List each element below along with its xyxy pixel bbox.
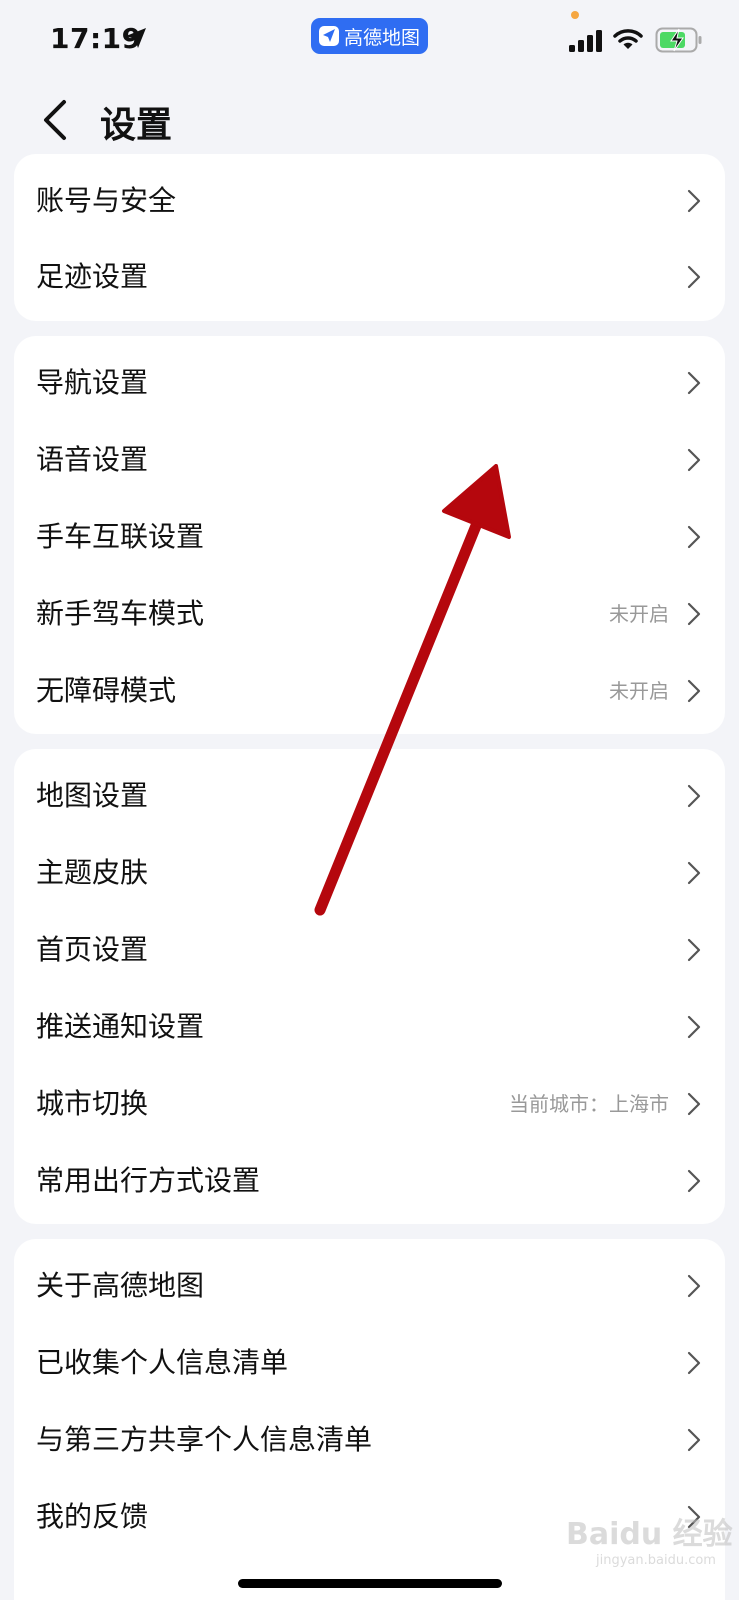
item-label: 已收集个人信息清单 (36, 1346, 289, 1379)
settings-item-city-switch[interactable]: 城市切换 当前城市：上海市 (14, 1065, 725, 1143)
return-to-app-pill[interactable]: 高德地图 (311, 18, 428, 54)
chevron-right-icon (687, 861, 701, 885)
item-label: 关于高德地图 (36, 1269, 205, 1302)
chevron-right-icon (687, 602, 701, 626)
chevron-right-icon (687, 679, 701, 703)
wifi-icon (613, 29, 643, 49)
battery-charging-icon (655, 27, 702, 53)
settings-group-map: 地图设置 主题皮肤 首页设置 推送通知设置 城市切换 当前城市：上海市 常用出行… (14, 749, 725, 1224)
chevron-right-icon (687, 448, 701, 472)
settings-item-theme-skin[interactable]: 主题皮肤 (14, 834, 725, 912)
item-label: 与第三方共享个人信息清单 (36, 1423, 373, 1456)
item-label: 足迹设置 (36, 260, 149, 293)
settings-item-map[interactable]: 地图设置 (14, 757, 725, 835)
cellular-signal-icon (569, 30, 602, 52)
settings-item-collected-info-list[interactable]: 已收集个人信息清单 (14, 1324, 725, 1402)
item-label: 主题皮肤 (36, 856, 149, 889)
item-label: 导航设置 (36, 366, 149, 399)
back-chevron-icon[interactable] (40, 98, 70, 142)
chevron-right-icon (687, 1092, 701, 1116)
chevron-right-icon (687, 189, 701, 213)
item-label: 地图设置 (36, 779, 149, 812)
settings-item-voice[interactable]: 语音设置 (14, 421, 725, 499)
chevron-right-icon (687, 1169, 701, 1193)
settings-item-push-notifications[interactable]: 推送通知设置 (14, 988, 725, 1066)
item-label: 我的反馈 (36, 1500, 149, 1533)
item-label: 语音设置 (36, 443, 149, 476)
settings-item-account-security[interactable]: 账号与安全 (14, 162, 725, 240)
page-title: 设置 (100, 105, 173, 146)
baidu-watermark: Baidu 经验 (566, 1517, 733, 1552)
location-arrow-icon (126, 28, 146, 48)
status-bar: 17:19 高德地图 (0, 0, 739, 80)
item-label: 首页设置 (36, 933, 149, 966)
settings-item-navigation[interactable]: 导航设置 (14, 344, 725, 422)
settings-item-novice-driving[interactable]: 新手驾车模式 未开启 (14, 575, 725, 653)
item-value: 未开启 (609, 602, 669, 626)
app-pill-label: 高德地图 (343, 26, 420, 49)
privacy-indicator-dot (571, 11, 579, 19)
settings-group-account: 账号与安全 足迹设置 (14, 154, 725, 321)
settings-item-phone-car-link[interactable]: 手车互联设置 (14, 498, 725, 576)
settings-item-third-party-share-list[interactable]: 与第三方共享个人信息清单 (14, 1401, 725, 1479)
item-value: 未开启 (609, 679, 669, 703)
item-label: 手车互联设置 (36, 520, 205, 553)
settings-item-travel-mode[interactable]: 常用出行方式设置 (14, 1142, 725, 1220)
item-label: 常用出行方式设置 (36, 1164, 261, 1197)
nav-header: 设置 (0, 84, 739, 154)
settings-item-accessibility[interactable]: 无障碍模式 未开启 (14, 652, 725, 730)
item-label: 无障碍模式 (36, 674, 177, 707)
chevron-right-icon (687, 784, 701, 808)
settings-item-about[interactable]: 关于高德地图 (14, 1247, 725, 1325)
item-label: 城市切换 (36, 1087, 149, 1120)
chevron-right-icon (687, 525, 701, 549)
settings-group-navigation: 导航设置 语音设置 手车互联设置 新手驾车模式 未开启 无障碍模式 未开启 (14, 336, 725, 734)
item-label: 账号与安全 (36, 184, 177, 217)
settings-item-home-page[interactable]: 首页设置 (14, 911, 725, 989)
chevron-right-icon (687, 1351, 701, 1375)
chevron-right-icon (687, 371, 701, 395)
chevron-right-icon (687, 938, 701, 962)
settings-item-footprint[interactable]: 足迹设置 (14, 238, 725, 316)
item-label: 推送通知设置 (36, 1010, 205, 1043)
item-value: 当前城市：上海市 (509, 1092, 669, 1116)
baidu-watermark-url: jingyan.baidu.com (596, 1553, 716, 1568)
item-label: 新手驾车模式 (36, 597, 205, 630)
chevron-right-icon (687, 1015, 701, 1039)
home-indicator[interactable] (238, 1579, 502, 1588)
amap-logo-icon (318, 26, 339, 46)
chevron-right-icon (687, 1428, 701, 1452)
chevron-right-icon (687, 1274, 701, 1298)
chevron-right-icon (687, 265, 701, 289)
